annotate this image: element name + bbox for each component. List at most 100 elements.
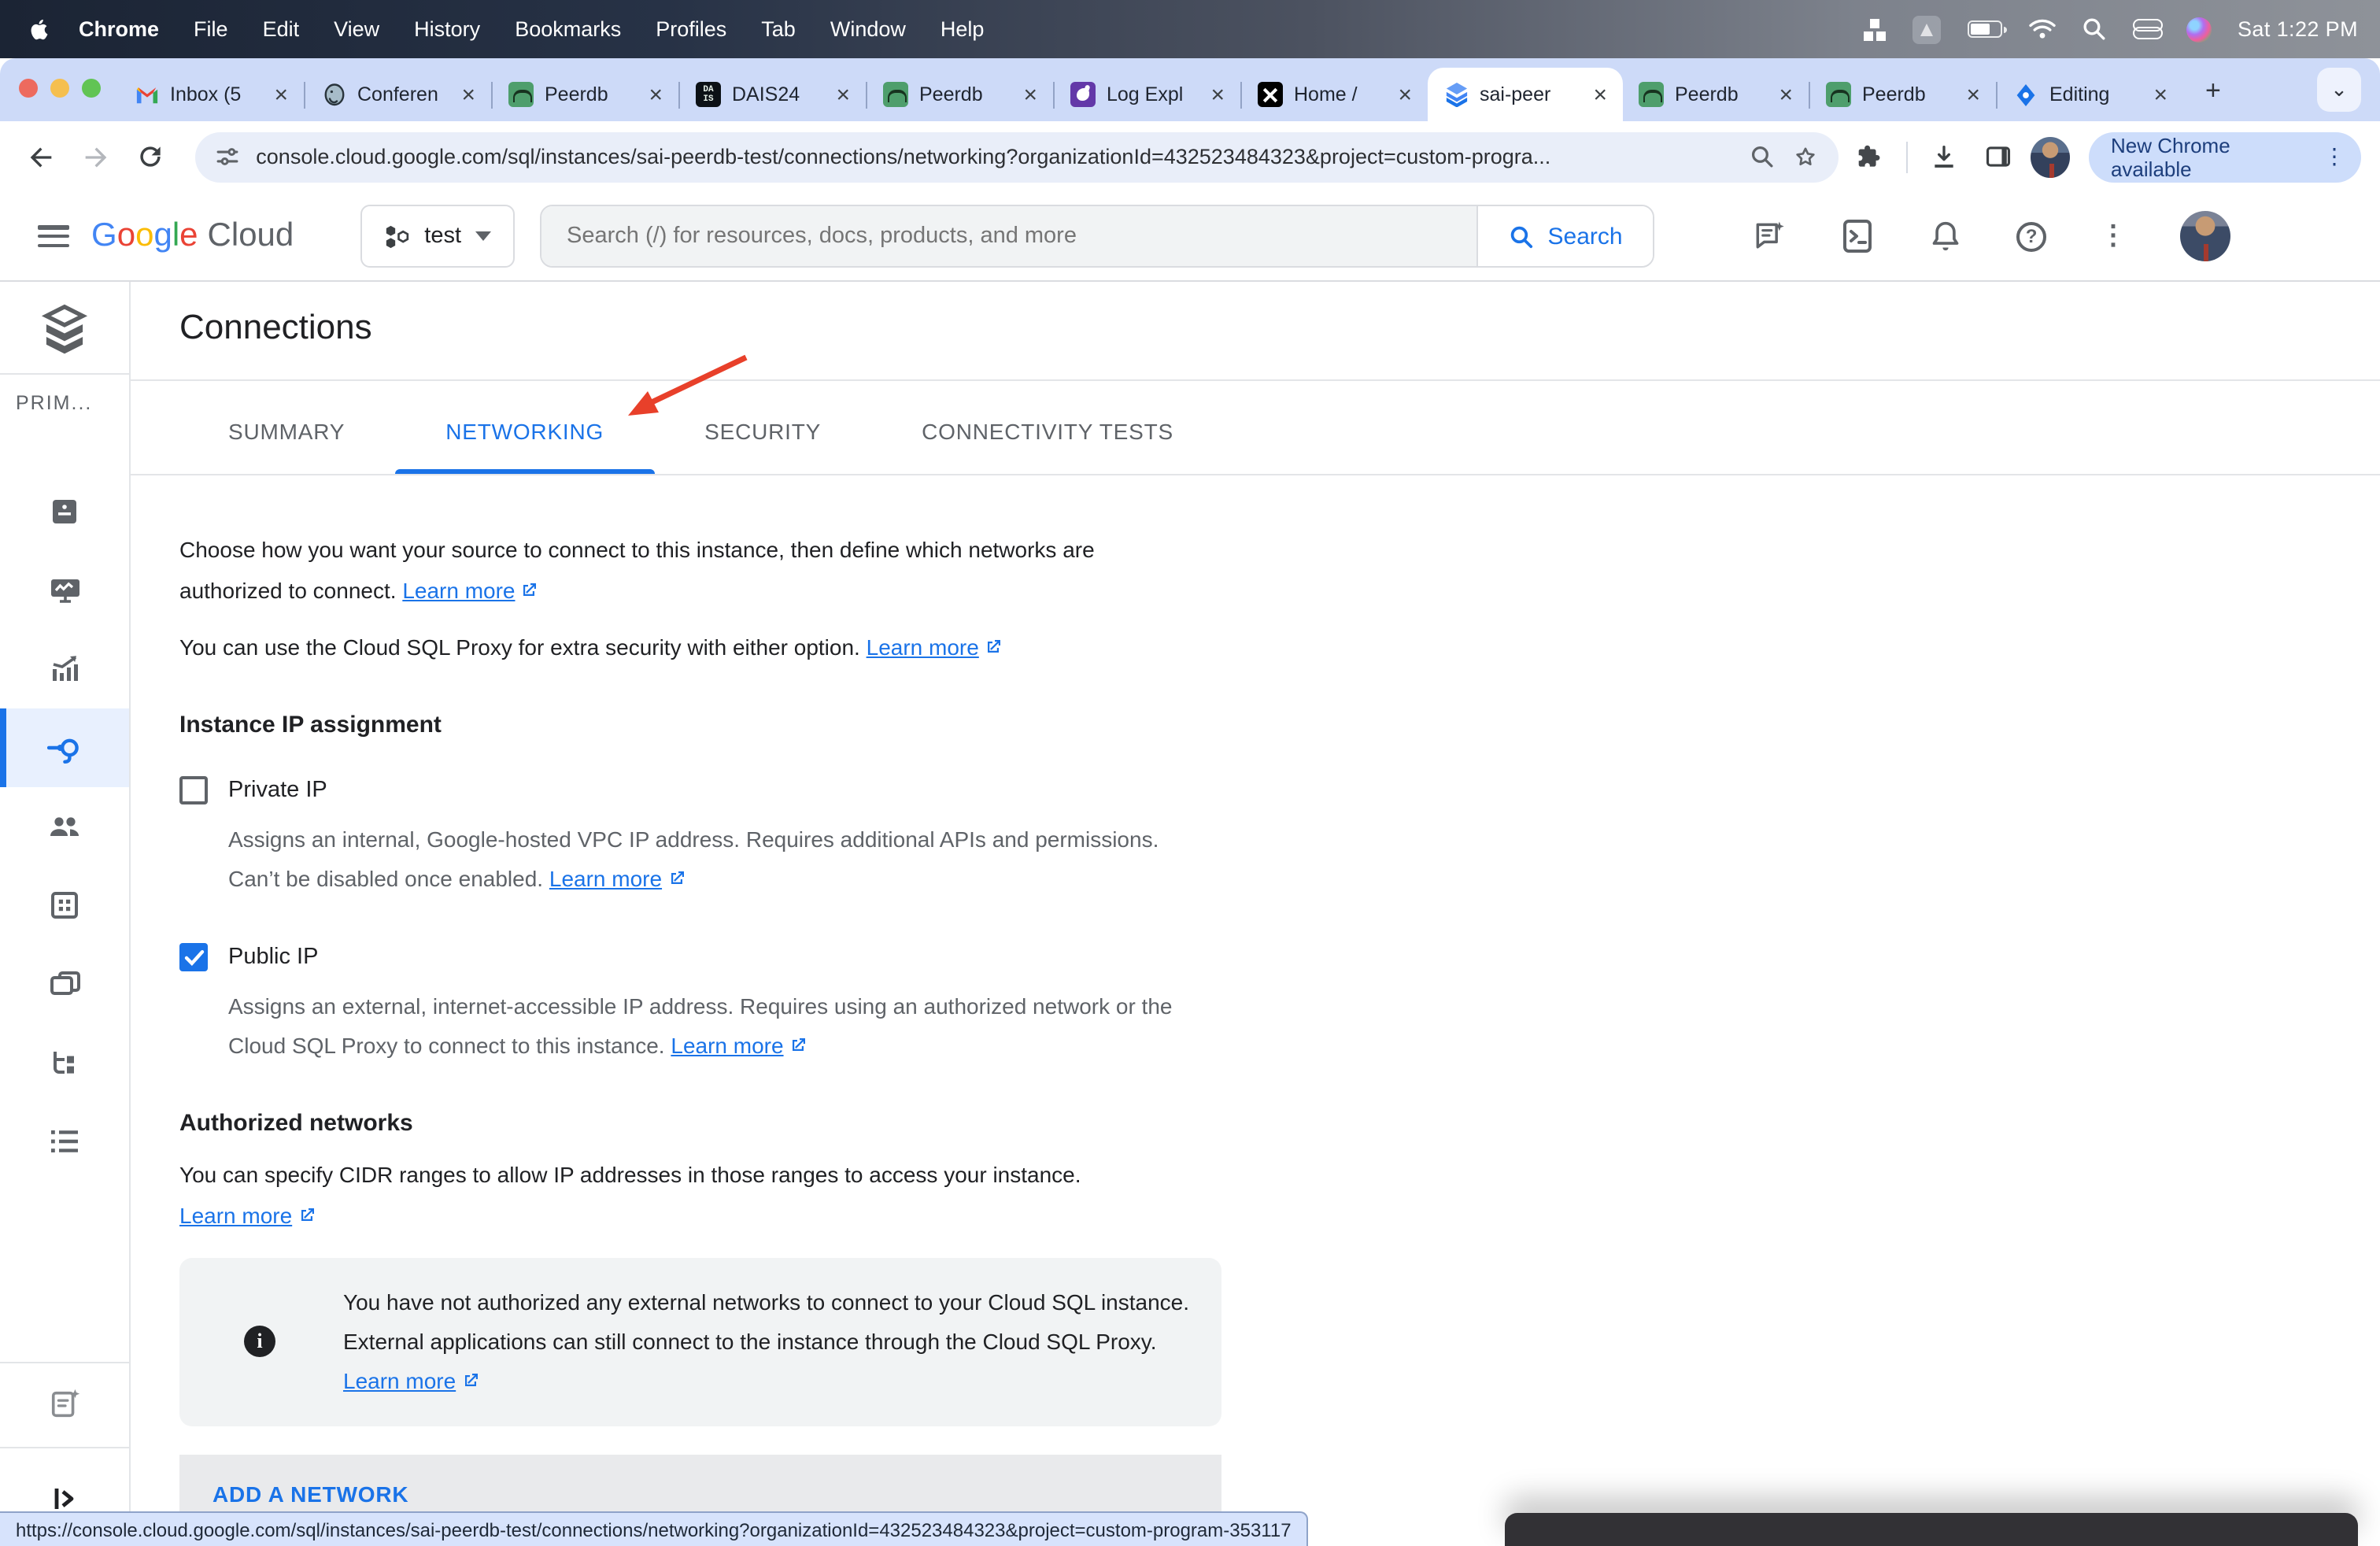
learn-more-link[interactable]: Learn more [402,578,538,603]
close-icon[interactable]: × [1963,83,1983,106]
public-ip-checkbox[interactable] [179,943,208,971]
siri-icon[interactable] [2186,17,2211,42]
tab-connectivity-tests[interactable]: CONNECTIVITY TESTS [871,419,1224,474]
close-icon[interactable]: × [271,83,291,106]
tab-security[interactable]: SECURITY [654,419,871,474]
browser-tab-peerdb-4[interactable]: Peerdb × [1810,68,1996,121]
menubar-item-view[interactable]: View [316,17,397,41]
wifi-icon[interactable] [2028,19,2055,39]
learn-more-link[interactable]: Learn more [343,1368,479,1393]
search-input[interactable] [541,206,1476,266]
browser-tab-peerdb-2[interactable]: Peerdb × [867,68,1053,121]
downloads-button[interactable] [1922,133,1967,180]
navigation-menu-icon[interactable] [38,225,69,247]
spotlight-search-icon[interactable] [2082,17,2105,41]
menubar-item-help[interactable]: Help [923,17,1002,41]
app-menu-icon[interactable] [1912,15,1940,43]
project-picker-button[interactable]: test [360,205,515,268]
zoom-icon[interactable] [1748,143,1775,170]
learn-more-link[interactable]: Learn more [549,866,686,891]
notifications-bell-icon[interactable] [1928,219,1963,253]
tab-summary[interactable]: SUMMARY [178,419,395,474]
help-icon[interactable]: ? [2016,221,2046,251]
peerdb-icon [508,82,534,107]
chrome-profile-avatar[interactable] [2031,136,2070,177]
gcp-account-avatar[interactable] [2180,211,2230,261]
search-button[interactable]: Search [1476,206,1653,266]
sidebar-item-release-notes[interactable] [0,1363,129,1442]
browser-tab-log-explorer[interactable]: Log Expl × [1055,68,1240,121]
bookmark-star-icon[interactable] [1791,142,1819,171]
tab-networking[interactable]: NETWORKING [395,419,654,474]
menubar-item-bookmarks[interactable]: Bookmarks [497,17,638,41]
browser-tab-x-home[interactable]: Home / × [1242,68,1428,121]
zoom-window-button[interactable] [82,79,101,98]
site-settings-tune-icon[interactable] [213,143,240,170]
new-tab-button[interactable]: + [2205,76,2221,107]
close-icon[interactable]: × [833,83,853,106]
sidebar-item-query-insights[interactable] [0,630,129,708]
dais-icon: DAIS [696,82,721,107]
sidebar-item-overview[interactable] [0,472,129,551]
url-text[interactable]: console.cloud.google.com/sql/instances/s… [256,145,1732,168]
sidebar-item-replicas[interactable] [0,1023,129,1102]
sidebar-item-databases[interactable] [0,866,129,945]
menubar-item-profiles[interactable]: Profiles [638,17,744,41]
chrome-menu-icon[interactable]: ⋮ [2317,143,2352,170]
close-window-button[interactable] [19,79,38,98]
close-icon[interactable]: × [1776,83,1796,106]
learn-more-link[interactable]: Learn more [671,1033,807,1058]
browser-tab-conference[interactable]: Conferen × [305,68,491,121]
menubar-clock[interactable]: Sat 1:22 PM [2238,17,2358,41]
menubar-item-tab[interactable]: Tab [744,17,813,41]
window-controls [19,79,101,98]
tab-title: Peerdb [1862,83,1952,105]
close-icon[interactable]: × [1395,83,1415,106]
sidebar-item-system-insights[interactable] [0,551,129,630]
browser-tab-peerdb-3[interactable]: Peerdb × [1623,68,1809,121]
extensions-puzzle-icon[interactable] [1847,133,1892,180]
cloud-sql-logo-icon [0,304,129,357]
side-panel-button[interactable] [1976,133,2021,180]
chrome-update-button[interactable]: New Chrome available ⋮ [2089,131,2361,182]
close-icon[interactable]: × [2150,83,2171,106]
forward-button[interactable] [73,133,118,180]
menubar-item-window[interactable]: Window [813,17,923,41]
more-options-icon[interactable]: ⋮ [2100,220,2127,252]
browser-tab-peerdb-1[interactable]: Peerdb × [493,68,678,121]
control-center-icon[interactable] [2132,19,2159,39]
close-icon[interactable]: × [1207,83,1228,106]
close-icon[interactable]: × [645,83,666,106]
menubar-item-history[interactable]: History [397,17,497,41]
close-icon[interactable]: × [1590,83,1610,106]
menubar-item-chrome[interactable]: Chrome [61,17,176,41]
tab-title: Home / [1294,83,1384,105]
apple-menu-icon[interactable] [28,17,52,41]
sidebar-item-users[interactable] [0,787,129,866]
url-bar[interactable]: console.cloud.google.com/sql/instances/s… [194,131,1838,182]
tab-search-chevron-button[interactable]: ⌄ [2317,68,2361,112]
private-ip-checkbox[interactable] [179,776,208,804]
google-cloud-logo[interactable]: Google Cloud [91,217,294,255]
close-icon[interactable]: × [1020,83,1040,106]
close-icon[interactable]: × [458,83,479,106]
learn-more-link[interactable]: Learn more [179,1203,316,1228]
stats-menu-icon[interactable] [1863,18,1885,40]
sidebar-item-operations[interactable] [0,1102,129,1181]
menubar-item-edit[interactable]: Edit [246,17,317,41]
sidebar-item-backups[interactable] [0,945,129,1023]
reload-button[interactable] [128,133,172,180]
browser-tab-inbox[interactable]: Inbox (5 × [118,68,304,121]
browser-tab-editing[interactable]: Editing × [1998,68,2183,121]
menubar-item-file[interactable]: File [176,17,246,41]
minimize-window-button[interactable] [50,79,69,98]
browser-tab-sai-peerdb-active[interactable]: sai-peer × [1428,68,1623,121]
sidebar-item-connections[interactable] [0,708,129,787]
sidebar-section-label: PRIM... [16,392,92,414]
feedback-icon[interactable] [1752,219,1787,253]
learn-more-link[interactable]: Learn more [867,634,1003,660]
cloud-shell-icon[interactable] [1840,219,1875,253]
back-button[interactable] [19,133,64,180]
browser-tab-dais24[interactable]: DAIS DAIS24 × [680,68,866,121]
battery-icon[interactable] [1967,20,2001,38]
